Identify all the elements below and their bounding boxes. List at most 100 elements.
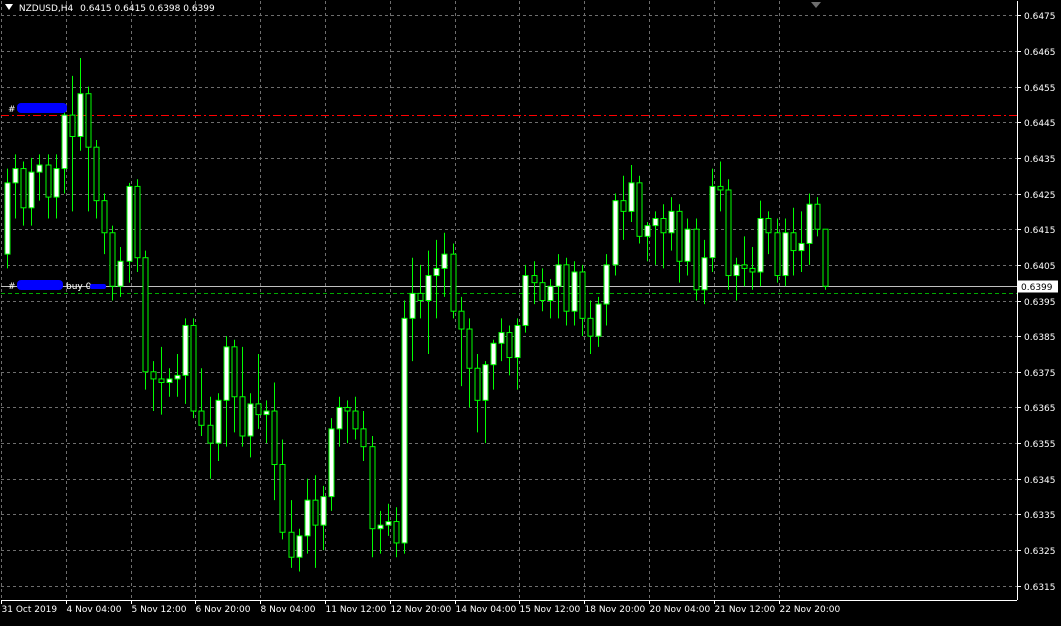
candle-body-bear: [450, 253, 457, 312]
candle-body-bull: [166, 378, 173, 384]
candle-body-bear: [45, 164, 52, 198]
y-tick-label: 0.6355: [1024, 440, 1056, 450]
candle[interactable]: [134, 179, 141, 272]
candle-body-bull: [182, 324, 189, 376]
candle-body-bear: [344, 406, 351, 412]
candle-body-bull: [482, 364, 489, 401]
x-tick-label: 22 Nov 20:00: [780, 605, 841, 615]
y-tick-label: 0.6475: [1024, 12, 1056, 22]
candle-body-bull: [782, 232, 789, 277]
x-tick-label: 15 Nov 12:00: [520, 605, 581, 615]
candle[interactable]: [190, 318, 197, 419]
candle[interactable]: [142, 250, 149, 390]
x-tick-label: 18 Nov 20:00: [585, 605, 646, 615]
candle-body-bull: [320, 496, 327, 526]
candle-body-bull: [296, 535, 303, 558]
candle-body-bear: [101, 200, 108, 234]
collapse-triangle-icon[interactable]: [5, 4, 13, 10]
candle-body-bear: [85, 93, 92, 148]
candle-body-bull: [684, 228, 691, 262]
x-tick-label: 31 Oct 2019: [2, 605, 58, 615]
candle-body-bull: [117, 260, 124, 287]
candle-body-bull: [701, 257, 708, 291]
chart-background: [0, 0, 1061, 622]
candle-body-bull: [409, 292, 416, 319]
candle-body-bear: [20, 168, 27, 209]
candle[interactable]: [636, 175, 643, 244]
candle-body-bear: [579, 271, 586, 319]
candle-body-bear: [822, 228, 829, 287]
candle-body-bear: [231, 346, 238, 398]
candle-body-bear: [620, 200, 627, 212]
candle-body-bear: [660, 217, 667, 234]
candle-body-bear: [790, 232, 797, 252]
candle-body-bull: [401, 317, 408, 544]
candle-body-bull: [215, 399, 222, 444]
x-tick-label: 4 Nov 04:00: [67, 605, 122, 615]
candle-body-bull: [247, 403, 254, 437]
candle[interactable]: [725, 179, 732, 290]
candle-body-bull: [28, 171, 35, 209]
candle[interactable]: [4, 168, 11, 269]
candle[interactable]: [401, 300, 408, 554]
y-tick-label: 0.6325: [1024, 547, 1056, 557]
candle-body-bear: [142, 257, 149, 373]
candle[interactable]: [612, 193, 619, 276]
y-tick-label: 0.6385: [1024, 333, 1056, 343]
candle-body-bull: [61, 114, 68, 170]
candle-body-bull: [571, 271, 578, 312]
candle-body-bull: [4, 182, 11, 255]
y-tick-label: 0.6415: [1024, 226, 1056, 236]
candle-body-bull: [652, 217, 659, 227]
candle-body-bear: [190, 324, 197, 412]
candle-body-bull: [304, 499, 311, 537]
candle-body-bear: [352, 410, 359, 430]
candle-body-bear: [158, 378, 165, 384]
candle[interactable]: [450, 243, 457, 319]
y-tick-label: 0.6445: [1024, 119, 1056, 129]
candle-body-bull: [77, 93, 84, 137]
candle-body-bull: [336, 406, 343, 430]
y-tick-label: 0.6425: [1024, 191, 1056, 201]
candle-body-bull: [603, 264, 610, 305]
candle-body-bull: [126, 185, 133, 262]
candle-body-bull: [425, 275, 432, 301]
candle-body-bear: [458, 310, 465, 330]
candle-body-bull: [644, 225, 651, 237]
x-tick-label: 12 Nov 20:00: [391, 605, 452, 615]
x-tick-label: 14 Nov 04:00: [456, 605, 517, 615]
candle-body-bull: [806, 203, 813, 244]
y-tick-label: 0.6315: [1024, 583, 1056, 593]
chart-canvas[interactable]: # # buy 0. 0.6315 0.6325 0.6335 0.6345 0.6355 0…: [0, 0, 1061, 622]
y-tick-label: 0.6335: [1024, 511, 1056, 521]
candle-body-bear: [717, 185, 724, 191]
candle-body-bull: [709, 185, 716, 259]
ohlc-values: 0.6415 0.6415 0.6398 0.6399: [80, 4, 215, 14]
candle-body-bull: [555, 264, 562, 287]
x-tick-label: 5 Nov 12:00: [132, 605, 187, 615]
price-chart[interactable]: # # buy 0. 0.6315 0.6325 0.6335 0.6345 0.6355 0…: [0, 0, 1061, 622]
candle-body-bull: [595, 303, 602, 337]
candle[interactable]: [822, 228, 829, 290]
candle-body-bear: [279, 464, 286, 533]
candle-body-bear: [466, 328, 473, 369]
candle-body-bull: [174, 374, 181, 380]
candle-body-bull: [757, 217, 764, 273]
candle-body-bear: [506, 332, 513, 359]
candle[interactable]: [328, 418, 335, 511]
current-price-label: 0.6399: [1021, 283, 1053, 293]
candle-body-bear: [134, 185, 141, 259]
candle-body-bear: [749, 267, 756, 273]
candle-body-bear: [288, 531, 295, 558]
x-tick-label: 20 Nov 04:00: [650, 605, 711, 615]
y-tick-label: 0.6405: [1024, 262, 1056, 272]
candle-body-bear: [531, 275, 538, 284]
candle-body-bull: [263, 410, 270, 416]
y-tick-label: 0.6375: [1024, 369, 1056, 379]
redacted-blot: [17, 103, 67, 113]
x-tick-label: 8 Nov 04:00: [261, 605, 316, 615]
candle-body-bear: [774, 232, 781, 277]
x-tick-label: 6 Nov 20:00: [196, 605, 251, 615]
candle[interactable]: [693, 218, 700, 301]
candle-body-bear: [207, 424, 214, 444]
